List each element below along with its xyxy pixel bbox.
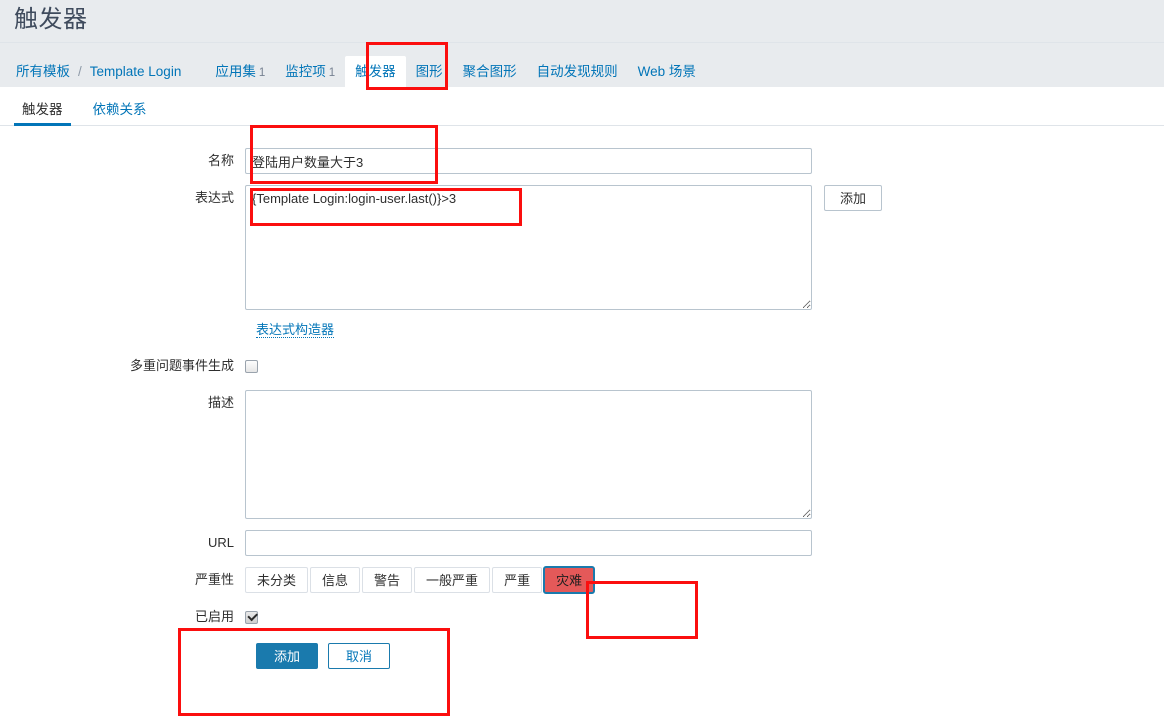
expression-constructor-link[interactable]: 表达式构造器 [256, 322, 335, 338]
severity-option-not-classified[interactable]: 未分类 [245, 567, 309, 593]
page-title: 触发器 [14, 6, 88, 33]
breadcrumb-template-login[interactable]: Template Login [88, 56, 184, 87]
name-label: 名称 [207, 153, 234, 168]
enabled-label: 已启用 [194, 609, 234, 624]
trigger-form: 名称 表达式 {Template Login:login-user.last()… [0, 126, 1164, 669]
severity-option-disaster[interactable]: 灾难 [543, 566, 596, 594]
nav-item-graphs[interactable]: 图形 [406, 56, 453, 87]
nav-item-screens[interactable]: 聚合图形 [453, 56, 527, 87]
nav-item-label: 图形 [415, 64, 443, 79]
nav-item-count: 1 [328, 67, 336, 79]
breadcrumb-separator: / [78, 64, 82, 79]
expression-add-button[interactable]: 添加 [824, 185, 882, 211]
form-row-expression: 表达式 {Template Login:login-user.last()}>3… [0, 185, 1164, 310]
multiple-events-checkbox[interactable] [245, 359, 258, 373]
form-row-name: 名称 [0, 148, 1164, 174]
form-actions: 添加 取消 [245, 643, 1164, 669]
nav-item-label: 聚合图形 [462, 64, 517, 79]
nav-item-label: Web 场景 [637, 64, 696, 79]
template-nav-bar: 所有模板 / Template Login 应用集 1 监控项 1 触发器 图形 聚… [0, 42, 1164, 87]
url-label: URL [207, 535, 234, 550]
expression-constructor-row: 表达式构造器 [245, 321, 1164, 339]
nav-item-triggers[interactable]: 触发器 [345, 56, 406, 87]
severity-option-warning[interactable]: 警告 [362, 567, 413, 593]
description-label: 描述 [207, 395, 234, 410]
severity-label: 严重性 [194, 572, 234, 587]
breadcrumb-all-templates[interactable]: 所有模板 [14, 56, 72, 87]
tab-trigger[interactable]: 触发器 [14, 102, 71, 126]
url-input[interactable] [245, 530, 812, 556]
multiple-events-label: 多重问题事件生成 [129, 358, 234, 373]
enabled-checkbox[interactable] [245, 610, 258, 624]
form-row-severity: 严重性 未分类 信息 警告 一般严重 严重 灾难 [0, 566, 1164, 594]
expression-add-wrap: 添加 [824, 185, 882, 211]
nav-items-container: 所有模板 / Template Login 应用集 1 监控项 1 触发器 图形 聚… [14, 43, 706, 87]
form-row-description: 描述 [0, 390, 1164, 519]
severity-option-high[interactable]: 严重 [492, 567, 543, 593]
description-textarea[interactable] [245, 390, 812, 519]
page-header: 触发器 [0, 0, 1164, 42]
nav-item-label: 监控项 [285, 64, 326, 79]
multiple-events-checkbox-cell [245, 353, 258, 379]
form-row-multiple-events: 多重问题事件生成 [0, 353, 1164, 379]
nav-item-discovery-rules[interactable]: 自动发现规则 [527, 56, 628, 87]
nav-item-items[interactable]: 监控项 1 [275, 56, 345, 87]
trigger-subtab-bar: 触发器 依赖关系 [0, 87, 1164, 126]
severity-option-average[interactable]: 一般严重 [414, 567, 491, 593]
enabled-checkbox-cell [245, 604, 258, 630]
nav-item-label: 应用集 [215, 64, 256, 79]
nav-item-label: 自动发现规则 [536, 64, 618, 79]
expression-label: 表达式 [194, 190, 234, 205]
severity-option-information[interactable]: 信息 [310, 567, 361, 593]
nav-item-applications[interactable]: 应用集 1 [205, 56, 275, 87]
form-row-enabled: 已启用 [0, 604, 1164, 630]
form-row-url: URL [0, 530, 1164, 556]
name-input[interactable] [245, 148, 812, 174]
nav-item-label: 触发器 [355, 64, 396, 79]
severity-button-group: 未分类 信息 警告 一般严重 严重 灾难 [245, 566, 596, 594]
expression-textarea[interactable]: {Template Login:login-user.last()}>3 [245, 185, 812, 310]
nav-item-count: 1 [258, 67, 266, 79]
add-button[interactable]: 添加 [256, 643, 318, 669]
tab-dependencies[interactable]: 依赖关系 [85, 102, 155, 126]
nav-item-web-scenarios[interactable]: Web 场景 [628, 56, 706, 87]
cancel-button[interactable]: 取消 [328, 643, 390, 669]
